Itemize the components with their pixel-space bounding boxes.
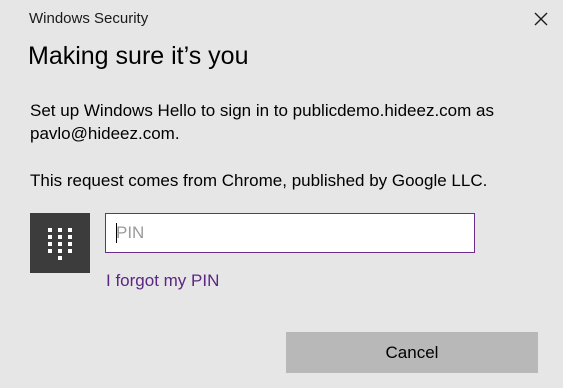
cancel-button[interactable]: Cancel [286,332,538,373]
windows-security-dialog: Windows Security Making sure it’s you Se… [0,0,563,388]
pin-input[interactable] [105,213,475,253]
request-source-text: This request comes from Chrome, publishe… [30,171,488,190]
dialog-heading: Making sure it’s you [28,42,249,70]
dialog-message: Set up Windows Hello to sign in to publi… [30,101,494,143]
text-caret [116,223,117,243]
keypad-icon [30,213,90,273]
window-title: Windows Security [29,10,149,27]
close-button[interactable] [531,9,551,29]
forgot-pin-link[interactable]: I forgot my PIN [106,271,219,291]
close-icon [531,9,551,29]
